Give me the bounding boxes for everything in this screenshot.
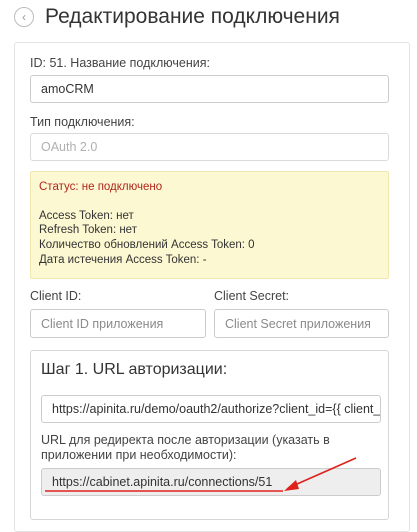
access-token-status: Access Token: нет: [39, 210, 134, 222]
step1-panel: Шаг 1. URL авторизации: https://apinita.…: [30, 350, 389, 520]
connection-name-label: ID: 51. Название подключения:: [30, 56, 210, 70]
page-header: ‹ Редактирование подключения: [0, 0, 417, 36]
client-secret-label: Client Secret:: [214, 289, 290, 303]
status-box: Статус: не подключено Access Token: нет …: [30, 171, 389, 279]
client-id-label: Client ID:: [30, 289, 82, 303]
back-button[interactable]: ‹: [14, 7, 34, 27]
page-title: Редактирование подключения: [45, 5, 340, 28]
client-id-input[interactable]: Client ID приложения: [30, 309, 206, 338]
chevron-left-icon: ‹: [22, 10, 26, 24]
redirect-url-label: URL для редиректа после авторизации (ука…: [41, 433, 330, 462]
refresh-count-status: Количество обновлений Access Token: 0: [39, 239, 255, 251]
status-line: Статус: не подключено: [39, 181, 162, 193]
client-secret-input[interactable]: Client Secret приложения: [214, 309, 389, 338]
refresh-token-status: Refresh Token: нет: [39, 224, 137, 236]
connection-name-input[interactable]: amoCRM: [30, 75, 389, 103]
connection-type-label: Тип подключения:: [30, 115, 135, 129]
token-expiry-status: Дата истечения Access Token: -: [39, 254, 207, 266]
connection-type-input: OAuth 2.0: [30, 133, 389, 161]
auth-url-field[interactable]: https://apinita.ru/demo/oauth2/authorize…: [41, 395, 381, 423]
status-prefix: Статус:: [39, 181, 82, 193]
redirect-url-field[interactable]: https://cabinet.apinita.ru/connections/5…: [41, 468, 381, 496]
step1-title: Шаг 1. URL авторизации:: [41, 361, 228, 378]
status-badge: не подключено: [81, 181, 163, 193]
